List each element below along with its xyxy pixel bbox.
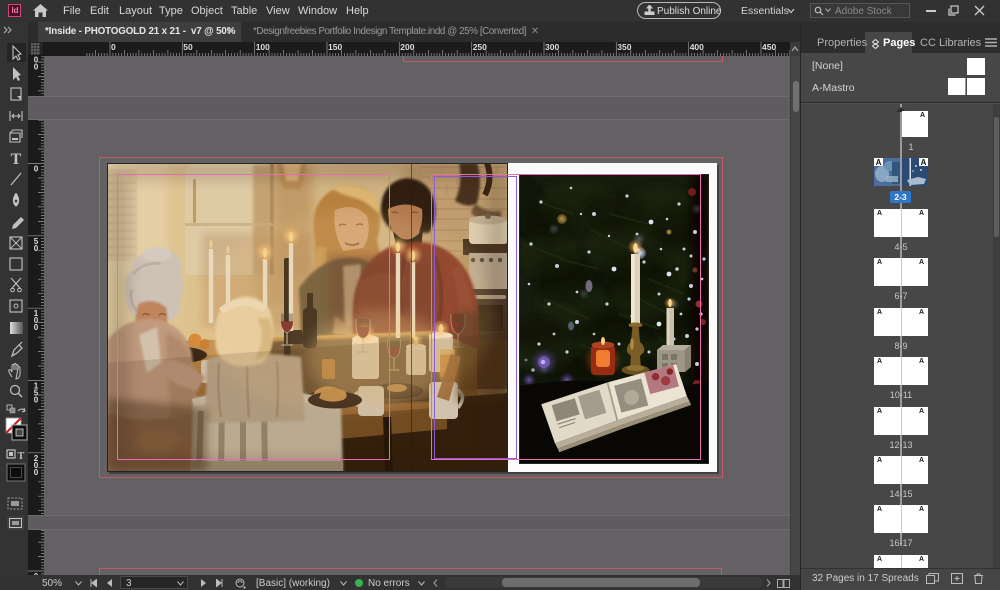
svg-text:300: 300 [545,42,559,52]
svg-text:350: 350 [617,42,631,52]
svg-text:T: T [18,451,25,462]
svg-text:100: 100 [256,42,270,52]
svg-text:250: 250 [473,42,487,52]
svg-text:450: 450 [762,42,776,52]
svg-text:150: 150 [328,42,342,52]
svg-text:400: 400 [690,42,704,52]
svg-text:0: 0 [34,165,39,174]
svg-text:A: A [876,158,882,167]
svg-text:0: 0 [34,323,39,332]
svg-text:0: 0 [34,396,39,405]
svg-text:0: 0 [34,468,39,477]
svg-text:0: 0 [34,63,39,72]
svg-text:0: 0 [34,244,39,253]
svg-text:50: 50 [183,42,193,52]
svg-text:T: T [11,151,22,168]
svg-text:200: 200 [400,42,414,52]
svg-text:0: 0 [111,42,116,52]
svg-text:A: A [921,158,927,167]
